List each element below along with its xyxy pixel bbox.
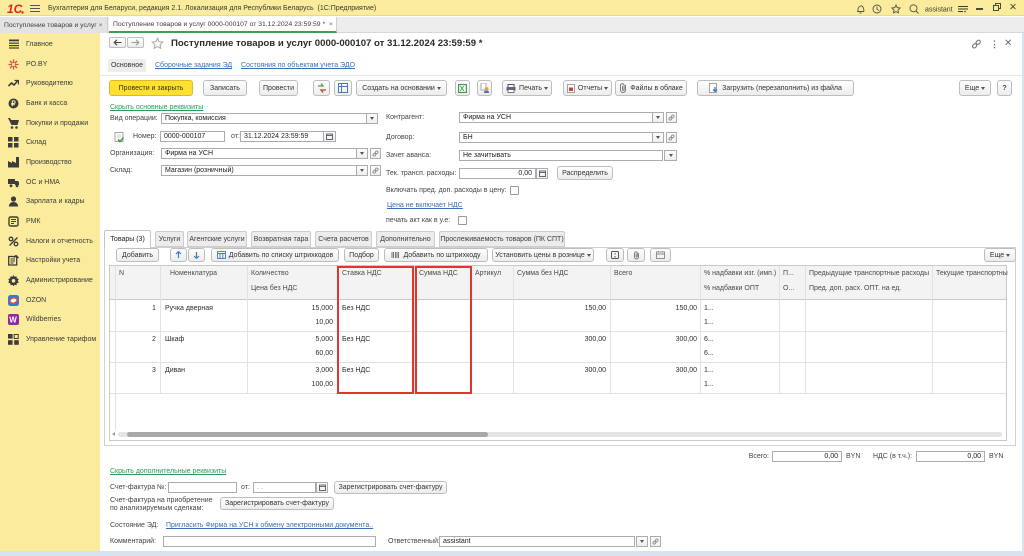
svg-text:assistant: assistant: [925, 7, 953, 14]
svg-text:₽: ₽: [11, 99, 16, 108]
svg-text:W: W: [9, 315, 17, 324]
svg-text:X: X: [460, 86, 465, 93]
svg-text:1С: 1С: [7, 2, 23, 15]
